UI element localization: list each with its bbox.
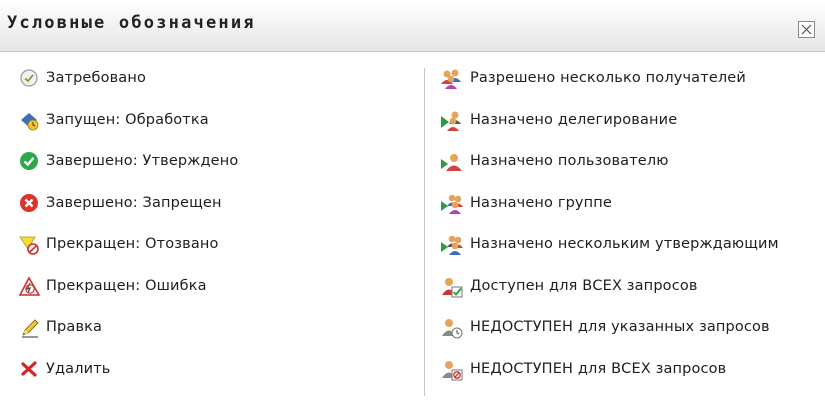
legend-label: Запущен: Обработка	[46, 111, 209, 128]
legend-item: Назначено группе	[440, 193, 825, 235]
legend-right-column: Разрешено несколько получателей Назначен…	[440, 68, 825, 400]
edit-icon	[19, 317, 41, 339]
legend-item: НЕДОСТУПЕН для ВСЕХ запросов	[440, 359, 825, 401]
close-button[interactable]	[798, 21, 815, 38]
legend-label: Разрешено несколько получателей	[470, 70, 746, 86]
legend-label: Завершено: Запрещен	[46, 194, 222, 211]
legend-item: Назначено пользователю	[440, 151, 825, 193]
legend-label: Завершено: Утверждено	[46, 153, 239, 169]
terminated-retracted-icon	[19, 234, 41, 256]
legend-label: Прекращен: Ошибка	[46, 277, 207, 294]
legend-left-column: Затребовано Запущен: Обработка Завершено…	[19, 68, 409, 400]
legend-item: Прекращен: Ошибка	[19, 275, 409, 318]
column-divider	[424, 68, 425, 396]
delegation-assigned-icon	[440, 110, 462, 132]
legend-item: Разрешено несколько получателей	[440, 68, 825, 110]
delete-icon	[19, 359, 41, 381]
requested-icon	[19, 68, 41, 90]
legend-item: Затребовано	[19, 68, 409, 110]
user-assigned-icon	[440, 151, 462, 173]
unavailable-all-requests-icon	[440, 359, 463, 381]
multiple-approvers-icon	[440, 234, 463, 256]
legend-label: Назначено пользователю	[470, 153, 669, 169]
completed-approved-icon	[19, 151, 41, 173]
dialog-titlebar: Условные обозначения	[0, 0, 825, 52]
legend-label: НЕДОСТУПЕН для указанных запросов	[470, 319, 770, 335]
legend-label: Правка	[46, 319, 103, 335]
legend-item: Назначено делегирование	[440, 110, 825, 152]
dialog-title: Условные обозначения	[7, 13, 256, 33]
running-processing-icon	[19, 110, 41, 132]
completed-denied-icon	[19, 193, 41, 215]
available-all-requests-icon	[440, 276, 463, 298]
close-icon	[801, 24, 812, 35]
legend-label: Доступен для ВСЕХ запросов	[470, 277, 698, 294]
legend-label: Назначено нескольким утверждающим	[470, 236, 779, 252]
legend-item: Завершено: Запрещен	[19, 193, 409, 235]
legend-label: Удалить	[46, 360, 111, 377]
legend-item: Доступен для ВСЕХ запросов	[440, 276, 825, 318]
legend-label: Прекращен: Отозвано	[46, 236, 219, 252]
legend-label: Назначено делегирование	[470, 111, 678, 128]
legend-item: Правка	[19, 317, 409, 359]
legend-item: Завершено: Утверждено	[19, 151, 409, 193]
terminated-error-icon	[19, 275, 41, 298]
legend-item: Назначено нескольким утверждающим	[440, 234, 825, 276]
legend-item: НЕДОСТУПЕН для указанных запросов	[440, 317, 825, 359]
legend-item: Удалить	[19, 359, 409, 401]
legend-item: Прекращен: Отозвано	[19, 234, 409, 276]
unavailable-specified-requests-icon	[440, 317, 463, 339]
legend-item: Запущен: Обработка	[19, 110, 409, 152]
legend-dialog: Условные обозначения Затребовано Запущен…	[0, 0, 825, 414]
group-assigned-icon	[440, 193, 463, 215]
legend-label: Назначено группе	[470, 194, 612, 211]
multiple-recipients-icon	[440, 68, 462, 90]
legend-label: Затребовано	[46, 70, 146, 86]
legend-label: НЕДОСТУПЕН для ВСЕХ запросов	[470, 360, 727, 377]
